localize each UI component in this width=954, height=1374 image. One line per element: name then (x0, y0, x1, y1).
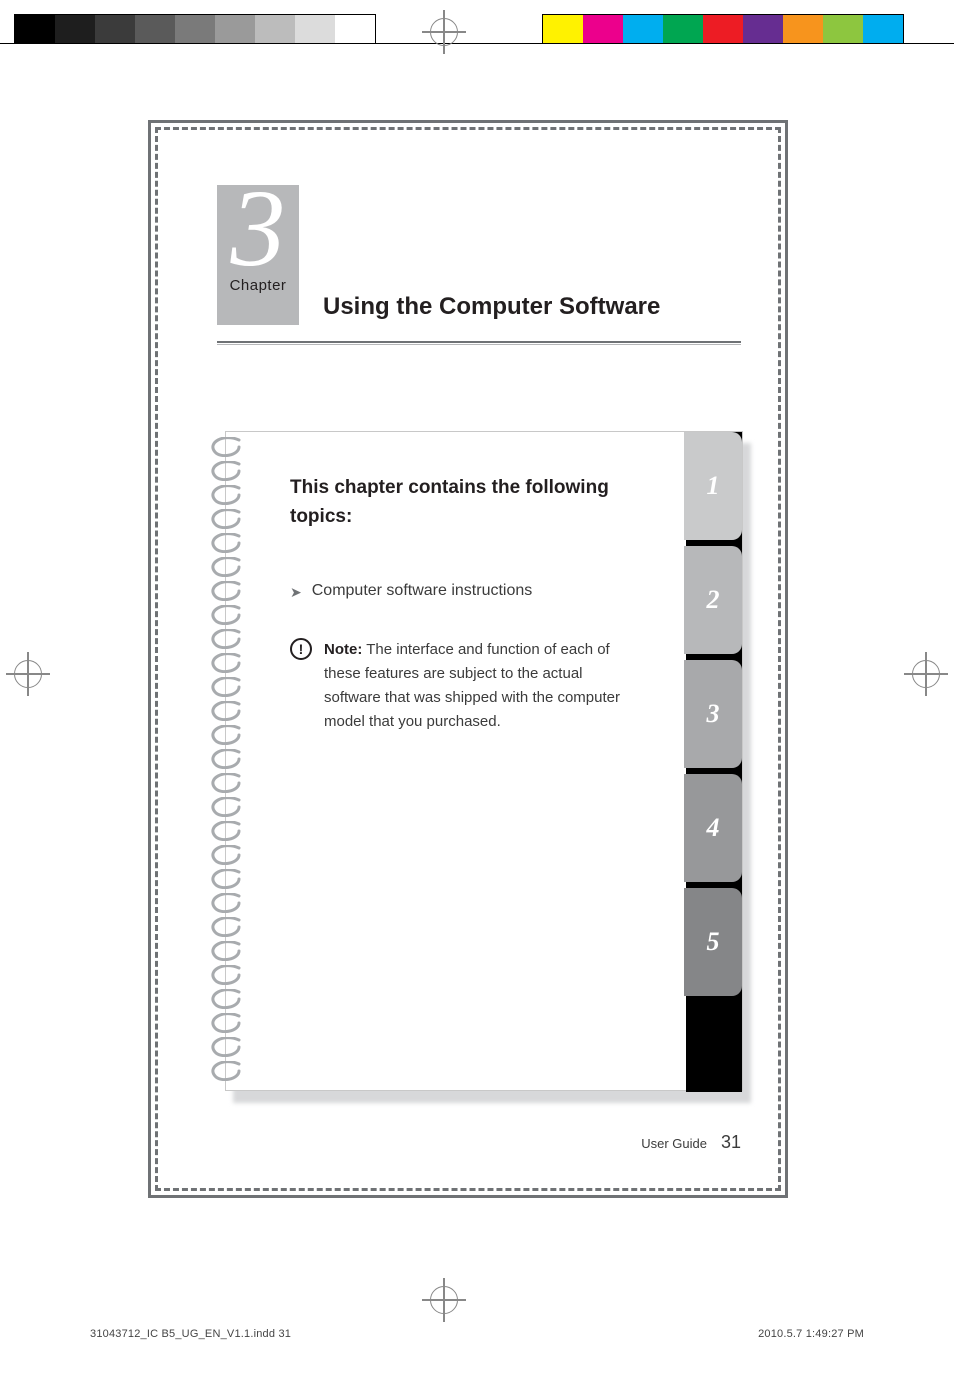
topics-heading: This chapter contains the following topi… (290, 474, 622, 531)
page-number: 31 (721, 1132, 741, 1153)
imprint-timestamp: 2010.5.7 1:49:27 PM (758, 1328, 864, 1340)
spiral-ring-icon (209, 941, 243, 961)
index-tab-4: 4 (684, 774, 742, 882)
spiral-ring-icon (209, 701, 243, 721)
info-icon: ! (290, 638, 312, 660)
list-item: ➤ Computer software instructions (290, 582, 622, 601)
crop-mark-icon (430, 1286, 458, 1314)
spiral-binding-icon: /*placeholder*/ (209, 437, 243, 1081)
spiral-ring-icon (209, 557, 243, 577)
note-body: The interface and function of each of th… (324, 641, 620, 730)
spiral-ring-icon (209, 653, 243, 673)
chapter-label: Chapter (217, 277, 299, 294)
spiral-ring-icon (209, 893, 243, 913)
crop-mark-icon (912, 660, 940, 688)
spiral-ring-icon (209, 461, 243, 481)
spiral-ring-icon (209, 1061, 243, 1081)
spiral-ring-icon (209, 509, 243, 529)
divider (217, 341, 741, 345)
spiral-ring-icon (209, 749, 243, 769)
spiral-ring-icon (209, 485, 243, 505)
reg-left-swatches (14, 14, 376, 44)
note-block: ! Note: The interface and function of ea… (290, 638, 622, 734)
index-tab-5: 5 (684, 888, 742, 996)
chapter-number: 3 (217, 173, 299, 283)
spiral-ring-icon (209, 725, 243, 745)
spiral-ring-icon (209, 845, 243, 865)
topic-text: Computer software instructions (312, 582, 533, 601)
index-tab-1: 1 (684, 432, 742, 540)
spiral-ring-icon (209, 677, 243, 697)
spiral-ring-icon (209, 965, 243, 985)
registration-bar (0, 14, 954, 44)
spiral-ring-icon (209, 869, 243, 889)
spiral-ring-icon (209, 629, 243, 649)
spiral-ring-icon (209, 797, 243, 817)
spiral-ring-icon (209, 1013, 243, 1033)
footer-label: User Guide (641, 1136, 707, 1151)
spiral-ring-icon (209, 917, 243, 937)
index-tab-2: 2 (684, 546, 742, 654)
spiral-ring-icon (209, 821, 243, 841)
notebook-panel: This chapter contains the following topi… (225, 431, 743, 1091)
crop-mark-icon (14, 660, 42, 688)
spiral-ring-icon (209, 1037, 243, 1057)
spiral-ring-icon (209, 605, 243, 625)
spiral-ring-icon (209, 437, 243, 457)
topics-list: ➤ Computer software instructions (290, 582, 622, 601)
imprint-file: 31043712_IC B5_UG_EN_V1.1.indd 31 (90, 1328, 291, 1340)
index-tab-3: 3 (684, 660, 742, 768)
page-frame: 3 Chapter Using the Computer Software Th… (148, 120, 788, 1198)
spiral-ring-icon (209, 773, 243, 793)
chapter-title: Using the Computer Software (323, 293, 660, 321)
index-tabs: 1 2 3 4 5 (686, 432, 742, 1092)
note-label: Note: (324, 641, 362, 658)
bullet-arrow-icon: ➤ (290, 582, 302, 601)
chapter-badge: 3 Chapter (217, 185, 299, 325)
crop-mark-icon (430, 18, 458, 46)
note-text: Note: The interface and function of each… (324, 638, 622, 734)
spiral-ring-icon (209, 533, 243, 553)
reg-right-swatches (542, 14, 904, 44)
imprint-line: 31043712_IC B5_UG_EN_V1.1.indd 31 2010.5… (90, 1328, 864, 1340)
spiral-ring-icon (209, 581, 243, 601)
spiral-ring-icon (209, 989, 243, 1009)
page-footer: User Guide 31 (641, 1132, 741, 1153)
